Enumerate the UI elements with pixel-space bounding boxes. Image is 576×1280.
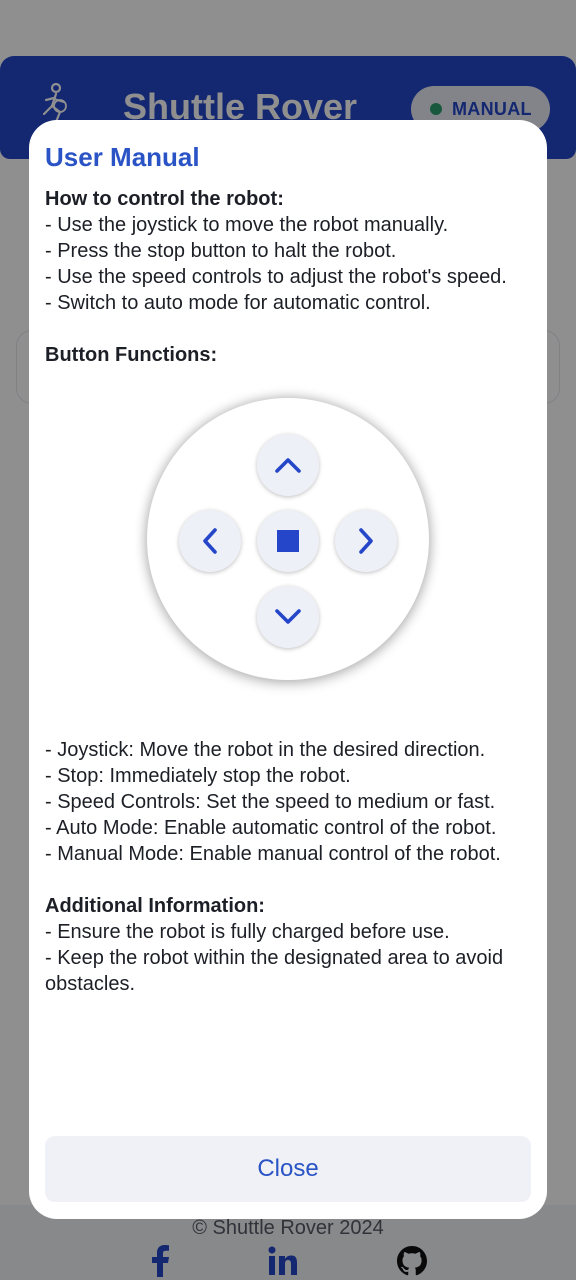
chevron-left-icon	[179, 510, 241, 572]
section-heading: Additional Information:	[45, 895, 265, 917]
chevron-up-icon	[257, 434, 319, 496]
manual-line: - Keep the robot within the designated a…	[45, 947, 504, 995]
manual-line: - Auto Mode: Enable automatic control of…	[45, 817, 497, 839]
joystick-diagram	[135, 384, 441, 692]
manual-line: - Joystick: Move the robot in the desire…	[45, 739, 486, 761]
section-heading: Button Functions:	[45, 344, 218, 366]
manual-line: - Switch to auto mode for automatic cont…	[45, 292, 431, 314]
manual-line: - Manual Mode: Enable manual control of …	[45, 843, 501, 865]
section-heading: How to control the robot:	[45, 188, 284, 210]
manual-line: - Use the speed controls to adjust the r…	[45, 266, 507, 288]
chevron-right-icon	[335, 510, 397, 572]
dialog-scroll-content[interactable]: How to control the robot: - Use the joys…	[45, 186, 531, 1120]
stop-square-icon	[257, 510, 319, 572]
manual-line: - Speed Controls: Set the speed to mediu…	[45, 791, 496, 813]
manual-line: - Use the joystick to move the robot man…	[45, 214, 449, 236]
manual-line: - Ensure the robot is fully charged befo…	[45, 921, 450, 943]
manual-line: - Press the stop button to halt the robo…	[45, 240, 397, 262]
user-manual-dialog: User Manual How to control the robot: - …	[29, 120, 547, 1219]
manual-line: - Stop: Immediately stop the robot.	[45, 765, 351, 787]
dialog-title: User Manual	[45, 142, 200, 172]
close-button[interactable]: Close	[45, 1136, 531, 1202]
chevron-down-icon	[257, 586, 319, 648]
